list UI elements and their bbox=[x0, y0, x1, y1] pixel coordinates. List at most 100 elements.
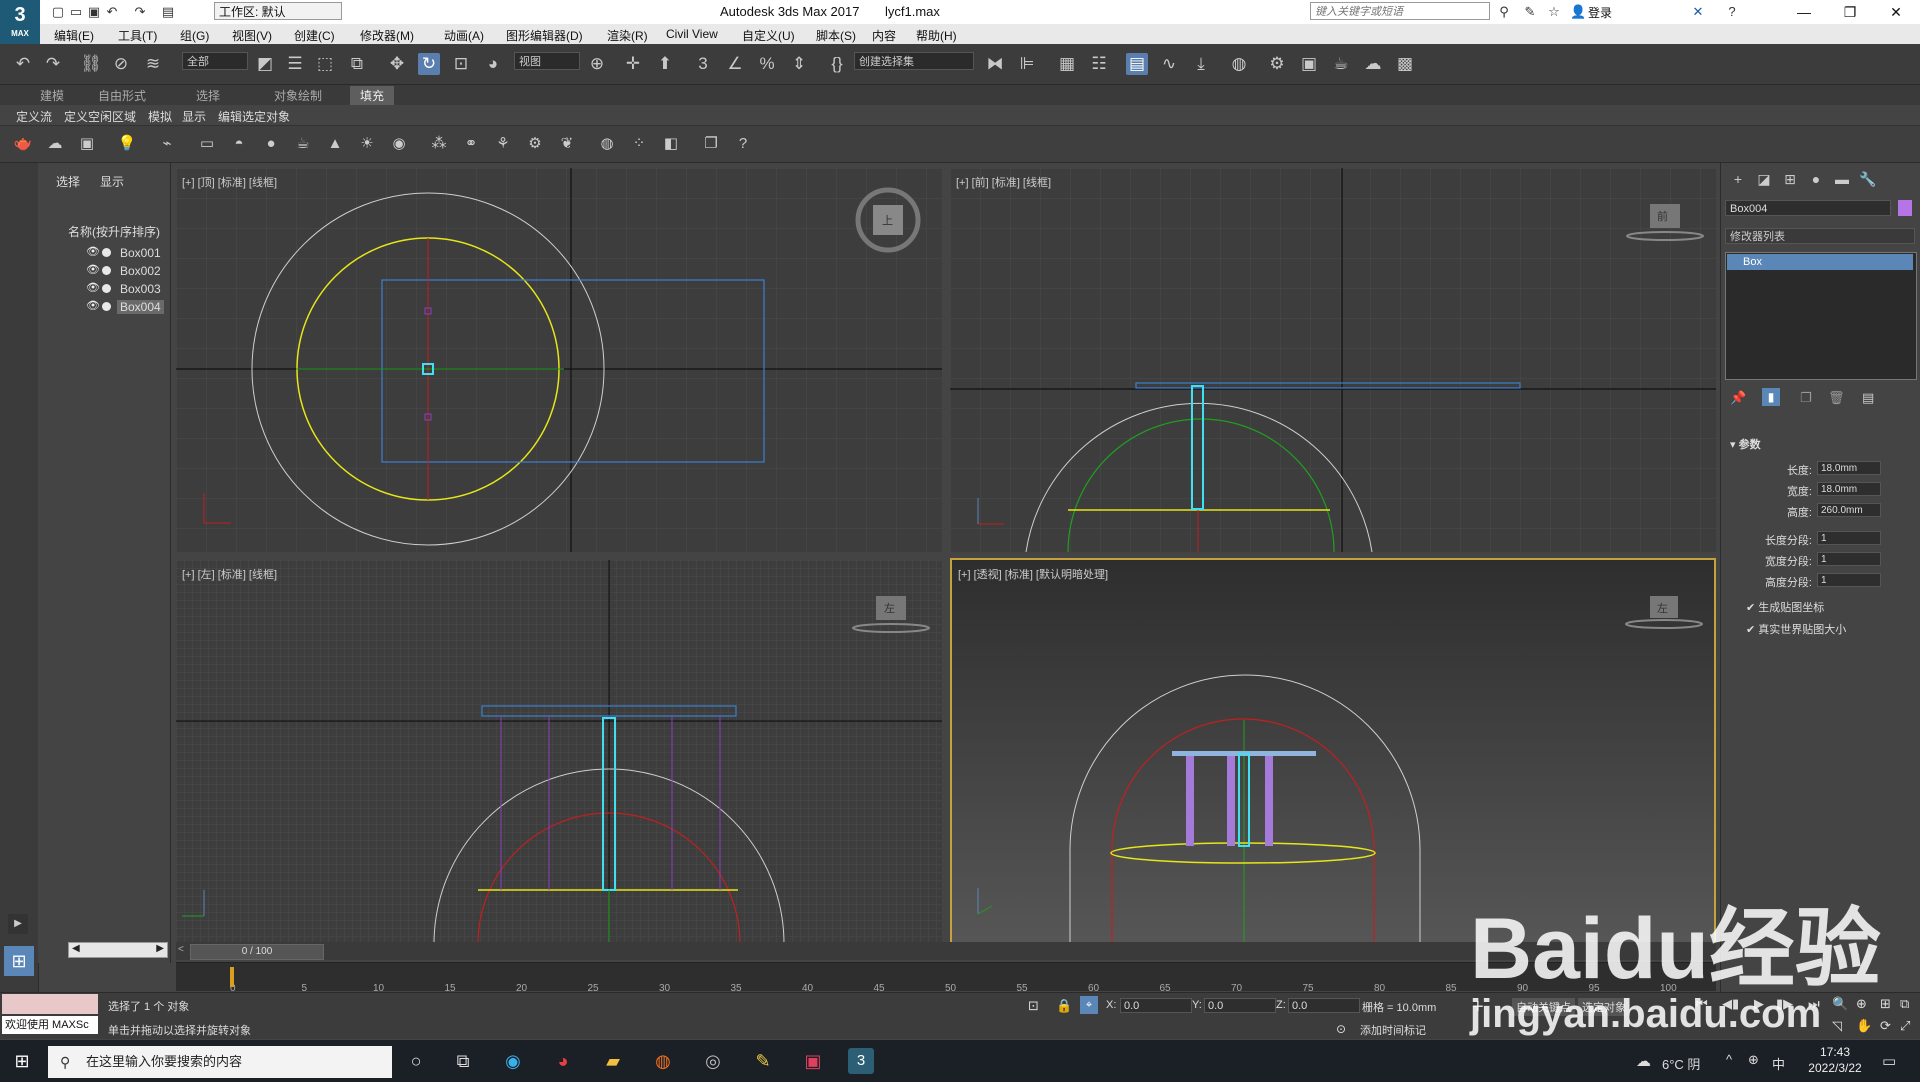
render-cube-icon[interactable]: ◧ bbox=[660, 134, 682, 154]
visibility-eye-icon[interactable]: 👁 bbox=[86, 263, 100, 276]
y-coord-field[interactable]: 0.0 bbox=[1204, 998, 1276, 1013]
task-view-icon[interactable]: ⧉ bbox=[450, 1048, 476, 1074]
maxscript-welcome[interactable]: 欢迎使用 MAXSc bbox=[2, 1016, 98, 1034]
object-name-field[interactable]: Box004 bbox=[1725, 200, 1891, 216]
exchange-icon[interactable]: ✕ bbox=[1690, 4, 1706, 20]
link-icon[interactable]: ⛓ bbox=[80, 53, 102, 75]
absolute-mode-icon[interactable]: ⌖ bbox=[1080, 996, 1098, 1014]
visibility-eye-icon[interactable]: 👁 bbox=[86, 245, 100, 258]
explorer-tab-display[interactable]: 显示 bbox=[100, 173, 124, 190]
ribbon-tab[interactable]: 建模 bbox=[40, 87, 64, 104]
image-icon[interactable]: ▣ bbox=[76, 134, 98, 154]
bind-spacewarp-icon[interactable]: ≋ bbox=[142, 53, 164, 75]
menu-item[interactable]: 编辑(E) bbox=[54, 27, 94, 44]
file-explorer-icon[interactable]: ▰ bbox=[600, 1048, 626, 1074]
modify-tab-icon[interactable]: ◪ bbox=[1753, 169, 1775, 189]
undo-icon[interactable]: ↶ bbox=[12, 53, 34, 75]
pivot-center-icon[interactable]: ⊕ bbox=[586, 53, 608, 75]
schematic-view-icon[interactable]: ⤓ bbox=[1190, 53, 1212, 75]
project-folder-icon[interactable]: ▤ bbox=[160, 4, 176, 20]
new-file-icon[interactable]: ▢ bbox=[50, 4, 66, 20]
menu-item[interactable]: 创建(C) bbox=[294, 27, 335, 44]
rollout-header[interactable]: ▾ 参数 bbox=[1730, 436, 1761, 452]
scale-icon[interactable]: ⊡ bbox=[450, 53, 472, 75]
viewport-top[interactable]: [+] [顶] [标准] [线框] 上 bbox=[176, 168, 942, 552]
globe-icon[interactable]: ◍ bbox=[596, 134, 618, 154]
render-setup-icon[interactable]: ⚙ bbox=[1266, 53, 1288, 75]
help-search-input[interactable]: 键入关键字或短语 bbox=[1310, 2, 1490, 20]
taskbar-search[interactable]: ⚲ 在这里输入你要搜索的内容 bbox=[48, 1046, 392, 1078]
spinner-snap-icon[interactable]: ⇕ bbox=[788, 53, 810, 75]
manipulate-icon[interactable]: ✛ bbox=[622, 53, 644, 75]
explorer-column-header[interactable]: 名称(按升序排序) bbox=[68, 223, 160, 240]
move-icon[interactable]: ✥ bbox=[386, 53, 408, 75]
isolate-icon[interactable]: ⊡ bbox=[1028, 998, 1039, 1014]
param-spinner[interactable]: 1 bbox=[1817, 573, 1881, 587]
close-button[interactable]: ✕ bbox=[1876, 2, 1916, 22]
open-file-icon[interactable]: ▭ bbox=[68, 4, 84, 20]
rotate-icon[interactable]: ↻ bbox=[418, 53, 440, 75]
make-unique-icon[interactable]: ❐ bbox=[1800, 390, 1812, 406]
media-icon[interactable]: ▣ bbox=[800, 1048, 826, 1074]
remove-modifier-icon[interactable]: 🗑 bbox=[1828, 390, 1845, 406]
pan-icon[interactable]: ✋ bbox=[1856, 1018, 1872, 1034]
ribbon-tab[interactable]: 自由形式 bbox=[98, 87, 146, 104]
viewport-left[interactable]: [+] [左] [标准] [线框] 左 bbox=[176, 560, 942, 944]
ball-icon[interactable]: ◉ bbox=[388, 134, 410, 154]
save-file-icon[interactable]: ▣ bbox=[86, 4, 102, 20]
keyboard-shortcut-icon[interactable]: ⬆ bbox=[654, 53, 676, 75]
cloud-icon[interactable]: ☁ bbox=[44, 134, 66, 154]
x-coord-field[interactable]: 0.0 bbox=[1120, 998, 1192, 1013]
object-color-swatch[interactable] bbox=[1898, 200, 1912, 216]
undo-icon[interactable]: ↶ bbox=[104, 4, 120, 20]
param-spinner[interactable]: 260.0mm bbox=[1817, 503, 1881, 517]
plant-icon[interactable]: ❦ bbox=[556, 134, 578, 154]
weather-icon[interactable]: ☁ bbox=[1636, 1052, 1651, 1070]
display-tab-icon[interactable]: ▬ bbox=[1831, 169, 1853, 189]
add-time-tag[interactable]: 添加时间标记 bbox=[1360, 1022, 1426, 1038]
edge-icon[interactable]: ◉ bbox=[500, 1048, 526, 1074]
viewport-label[interactable]: [+] [透视] [标准] [默认明暗处理] bbox=[958, 566, 1108, 582]
app-icon[interactable]: ◕ bbox=[550, 1048, 576, 1074]
workspace-dropdown[interactable]: 工作区: 默认 bbox=[214, 2, 342, 20]
list-item[interactable]: 👁 Box003 bbox=[82, 281, 168, 297]
maxscript-listener[interactable] bbox=[2, 994, 98, 1014]
zoom-extents-all-icon[interactable]: ⧉ bbox=[1900, 996, 1909, 1012]
visibility-eye-icon[interactable]: 👁 bbox=[86, 299, 100, 312]
notification-icon[interactable]: ▭ bbox=[1882, 1052, 1896, 1070]
menu-item[interactable]: 脚本(S) bbox=[816, 27, 856, 44]
clock[interactable]: 17:43 2022/3/22 bbox=[1800, 1044, 1870, 1076]
named-selection-dropdown[interactable]: 创建选择集 bbox=[854, 52, 974, 70]
redo-icon[interactable]: ↷ bbox=[132, 4, 148, 20]
viewport-label[interactable]: [+] [左] [标准] [线框] bbox=[182, 566, 277, 582]
show-end-result-icon[interactable]: ▮ bbox=[1762, 388, 1780, 406]
mirror-icon[interactable]: ⧓ bbox=[984, 53, 1006, 75]
editor-icon[interactable]: ✎ bbox=[750, 1048, 776, 1074]
checkbox[interactable]: ✔ 生成贴图坐标 bbox=[1746, 599, 1824, 615]
modifier-list-dropdown[interactable]: 修改器列表 bbox=[1725, 228, 1915, 244]
ribbon-subitem[interactable]: 编辑选定对象 bbox=[218, 108, 290, 125]
ribbon-subitem[interactable]: 定义空闲区域 bbox=[64, 108, 136, 125]
rendered-frame-icon[interactable]: ▣ bbox=[1298, 53, 1320, 75]
utilities-tab-icon[interactable]: 🔧 bbox=[1857, 169, 1879, 189]
reference-coord-dropdown[interactable]: 视图 bbox=[514, 52, 580, 70]
help-icon[interactable]: ? bbox=[1724, 4, 1740, 20]
menu-item[interactable]: 修改器(M) bbox=[360, 27, 414, 44]
angle-snap-icon[interactable]: ∠ bbox=[724, 53, 746, 75]
favorites-icon[interactable]: ☆ bbox=[1546, 4, 1562, 20]
percent-snap-icon[interactable]: % bbox=[756, 53, 778, 75]
tray-expand-icon[interactable]: ^ bbox=[1726, 1052, 1732, 1067]
time-prev-icon[interactable]: < bbox=[178, 944, 184, 955]
pin-stack-icon[interactable]: 📌 bbox=[1730, 390, 1746, 406]
help-circle-icon[interactable]: ? bbox=[732, 134, 754, 154]
align-icon[interactable]: ⊫ bbox=[1016, 53, 1038, 75]
window-crossing-icon[interactable]: ⧉ bbox=[346, 53, 368, 75]
edit-named-sets-icon[interactable]: {} bbox=[826, 53, 848, 75]
current-frame-marker[interactable] bbox=[230, 967, 234, 987]
menu-item[interactable]: 组(G) bbox=[180, 27, 209, 44]
ime-indicator[interactable]: 中 bbox=[1772, 1054, 1785, 1073]
expand-arrow-icon[interactable]: ▶ bbox=[8, 914, 28, 934]
material-editor-icon[interactable]: ◍ bbox=[1228, 53, 1250, 75]
ribbon-subitem[interactable]: 定义流 bbox=[16, 108, 52, 125]
ribbon-subitem[interactable]: 显示 bbox=[182, 108, 206, 125]
